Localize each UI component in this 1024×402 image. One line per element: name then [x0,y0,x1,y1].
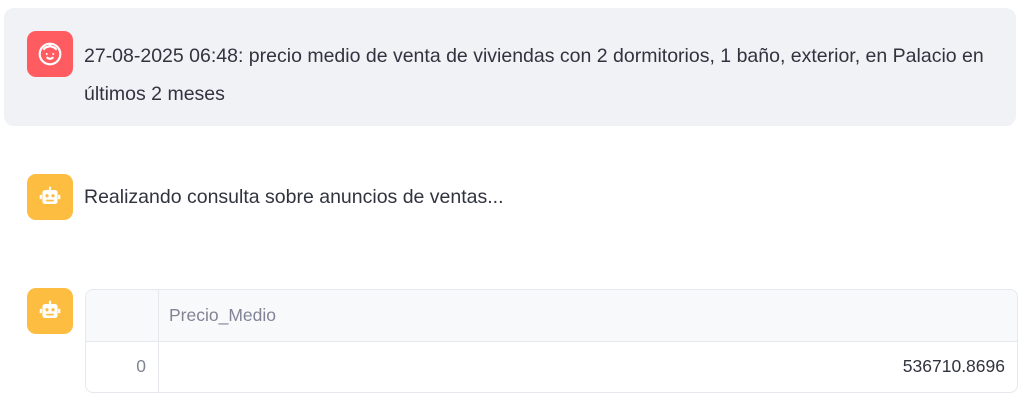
assistant-result-message: Precio_Medio 0 536710.8696 [4,286,1018,396]
robot-icon [39,300,61,319]
cell-precio-medio[interactable]: 536710.8696 [903,356,1005,377]
column-header-precio-medio[interactable]: Precio_Medio [169,305,276,326]
row-index: 0 [136,356,146,376]
user-avatar [27,31,73,77]
user-face-icon [38,42,62,66]
assistant-status-message: Realizando consulta sobre anuncios de ve… [4,170,1016,224]
table-row[interactable]: 0 536710.8696 [86,342,1017,392]
robot-icon [39,186,61,205]
assistant-avatar [27,174,73,220]
assistant-status-text: Realizando consulta sobre anuncios de ve… [84,186,504,208]
assistant-avatar [27,288,73,334]
user-message-text: 27-08-2025 06:48: precio medio de venta … [84,45,984,105]
table-header-row: Precio_Medio [86,290,1017,342]
user-message: 27-08-2025 06:48: precio medio de venta … [4,8,1016,126]
chat-container: 27-08-2025 06:48: precio medio de venta … [0,0,1024,402]
index-column-divider [158,290,159,392]
dataframe-table[interactable]: Precio_Medio 0 536710.8696 [85,289,1018,393]
